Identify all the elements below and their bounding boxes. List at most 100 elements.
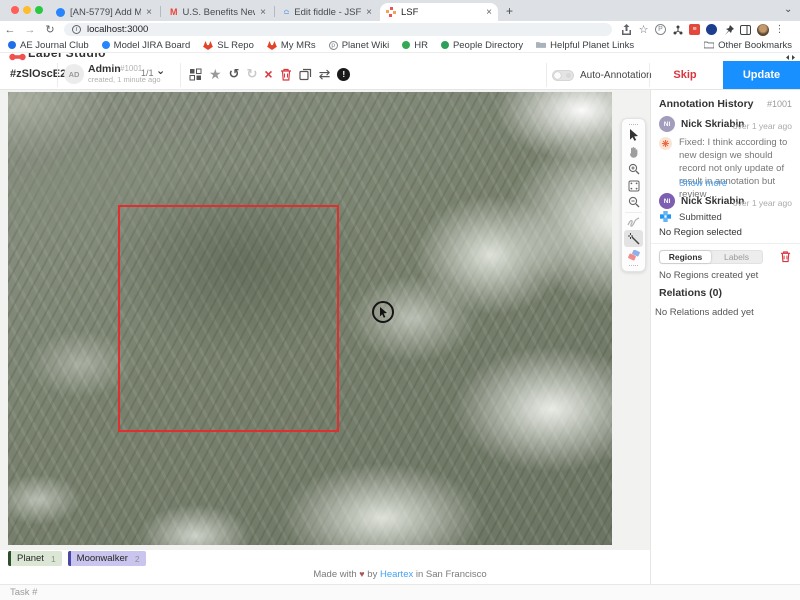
grid-view-icon[interactable]	[189, 68, 202, 81]
bookmark-planet-wiki[interactable]: p Planet Wiki	[329, 40, 390, 51]
tab-close-icon[interactable]: ×	[486, 7, 492, 18]
tab-regions[interactable]: Regions	[660, 251, 711, 263]
eraser-tool[interactable]	[624, 247, 643, 264]
zoom-out-tool[interactable]	[624, 194, 643, 211]
annotation-pager[interactable]: 1/1	[141, 68, 154, 78]
tab-close-icon[interactable]: ×	[146, 7, 152, 18]
forward-icon[interactable]: →	[20, 24, 40, 36]
bookmark-label: AE Journal Club	[20, 40, 89, 51]
bookmark-label: SL Repo	[217, 40, 254, 51]
label-moonwalker[interactable]: Moonwalker 2	[68, 551, 146, 566]
chrome-menu-icon[interactable]: ⋮	[773, 23, 786, 36]
tab-title: LSF	[401, 7, 418, 18]
other-bookmarks-label: Other Bookmarks	[718, 40, 792, 51]
show-more-link[interactable]: Show more	[679, 178, 727, 189]
tab-search-chevron-icon[interactable]: ⌄	[784, 4, 792, 15]
mac-zoom-button[interactable]	[35, 6, 43, 14]
select-cursor-icon	[629, 129, 639, 141]
satellite-image[interactable]	[8, 92, 612, 545]
toolbar-grip[interactable]	[629, 124, 638, 126]
side-panel-icon[interactable]	[739, 23, 752, 36]
tab-close-icon[interactable]: ×	[366, 7, 372, 18]
tab-close-icon[interactable]: ×	[260, 7, 266, 18]
annotation-history-id: #1001	[767, 99, 792, 109]
divider	[546, 63, 547, 87]
zoom-in-tool[interactable]	[624, 160, 643, 177]
auto-annotation-toggle[interactable]	[552, 70, 574, 81]
annotation-id: #1001	[120, 64, 142, 73]
tab-title: [AN-5779] Add Magic Wand fu	[70, 7, 141, 18]
lsf-favicon	[386, 7, 396, 17]
reset-icon[interactable]: ×	[264, 66, 272, 82]
browser-address-bar: ← → ↻ i localhost:3000 ☆ P ≡	[0, 21, 800, 38]
delete-annotation-icon[interactable]	[280, 68, 292, 81]
other-bookmarks[interactable]: Other Bookmarks	[704, 40, 792, 51]
redo-icon[interactable]: ↻	[246, 66, 257, 82]
swap-settings-icon[interactable]: ⇄	[319, 66, 331, 82]
delete-regions-icon[interactable]	[780, 250, 791, 263]
divider	[649, 63, 650, 87]
heartex-link[interactable]: Heartex	[380, 569, 413, 580]
bookmark-sl-repo[interactable]: SL Repo	[203, 40, 254, 51]
bookmark-helpful-planet-links[interactable]: Helpful Planet Links	[536, 40, 634, 51]
tab-labels[interactable]: Labels	[711, 251, 762, 263]
select-tool[interactable]	[624, 127, 643, 144]
pan-tool[interactable]	[624, 144, 643, 161]
p-circle-icon: p	[329, 41, 338, 50]
new-tab-button[interactable]: +	[506, 4, 513, 18]
location-text: in San Francisco	[416, 569, 487, 580]
bookmark-hr[interactable]: HR	[402, 40, 428, 51]
history-comment: Fixed: I think according to new design w…	[679, 136, 797, 201]
fit-screen-tool[interactable]	[624, 177, 643, 194]
profile-avatar[interactable]	[756, 23, 769, 36]
folder-icon	[704, 41, 714, 49]
rectangle-region[interactable]	[118, 205, 339, 432]
extension-navy-icon[interactable]	[705, 23, 718, 36]
task-footer-bar: Task #	[0, 584, 800, 600]
toolbar-grip[interactable]	[629, 265, 638, 267]
jsfiddle-favicon	[284, 8, 289, 16]
bookmark-model-jira-board[interactable]: Model JIRA Board	[102, 40, 191, 51]
extension-red-icon[interactable]: ≡	[688, 23, 701, 36]
screen: [AN-5779] Add Magic Wand fu × M U.S. Ben…	[0, 0, 800, 600]
star-ground-truth-icon[interactable]: ★	[209, 66, 222, 82]
bookmark-favicon	[402, 41, 410, 49]
fullscreen-icon[interactable]	[786, 54, 795, 61]
label-planet[interactable]: Planet 1	[8, 551, 62, 566]
bookmark-star-icon[interactable]: ☆	[637, 23, 650, 36]
magic-wand-tool[interactable]	[624, 230, 643, 247]
extensions-pin-icon[interactable]	[722, 23, 735, 36]
skip-button[interactable]: Skip	[655, 61, 715, 89]
label-hotkey: 2	[135, 554, 140, 564]
undo-icon[interactable]: ↺	[229, 66, 240, 82]
extension-p-icon[interactable]: P	[654, 23, 667, 36]
no-relations-text: No Relations added yet	[655, 307, 754, 318]
reload-icon[interactable]: ↻	[40, 23, 60, 36]
update-button[interactable]: Update	[723, 61, 800, 89]
bookmark-label: Planet Wiki	[342, 40, 390, 51]
site-info-icon[interactable]: i	[72, 25, 81, 34]
label-name: Moonwalker	[77, 553, 128, 564]
mac-minimize-button[interactable]	[23, 6, 31, 14]
history-time: over 1 year ago	[733, 198, 792, 208]
back-icon[interactable]: ←	[0, 24, 20, 36]
url-field[interactable]: i localhost:3000	[64, 23, 612, 36]
browser-tab-jira[interactable]: [AN-5779] Add Magic Wand fu ×	[50, 3, 158, 21]
bookmark-my-mrs[interactable]: My MRs	[267, 40, 316, 51]
bookmark-people-directory[interactable]: People Directory	[441, 40, 523, 51]
mac-close-button[interactable]	[11, 6, 19, 14]
brush-icon	[627, 217, 640, 227]
browser-tab-lsf-active[interactable]: LSF ×	[380, 3, 498, 21]
extension-tree-icon[interactable]	[671, 23, 684, 36]
brush-tool[interactable]	[624, 214, 643, 231]
info-icon[interactable]: !	[337, 68, 350, 81]
share-icon[interactable]	[620, 23, 633, 36]
duplicate-icon[interactable]	[299, 68, 312, 81]
browser-tab-jsfiddle[interactable]: Edit fiddle - JSFiddle - Code P ×	[278, 3, 378, 21]
zoom-in-icon	[628, 163, 640, 175]
browser-tab-gmail[interactable]: M U.S. Benefits News - Open Enr ×	[164, 3, 272, 21]
no-regions-text: No Regions created yet	[659, 270, 758, 281]
bookmark-ae-journal-club[interactable]: AE Journal Club	[8, 40, 89, 51]
pager-chevron-icon[interactable]: ⌄	[156, 64, 165, 77]
fit-screen-icon	[628, 180, 640, 192]
